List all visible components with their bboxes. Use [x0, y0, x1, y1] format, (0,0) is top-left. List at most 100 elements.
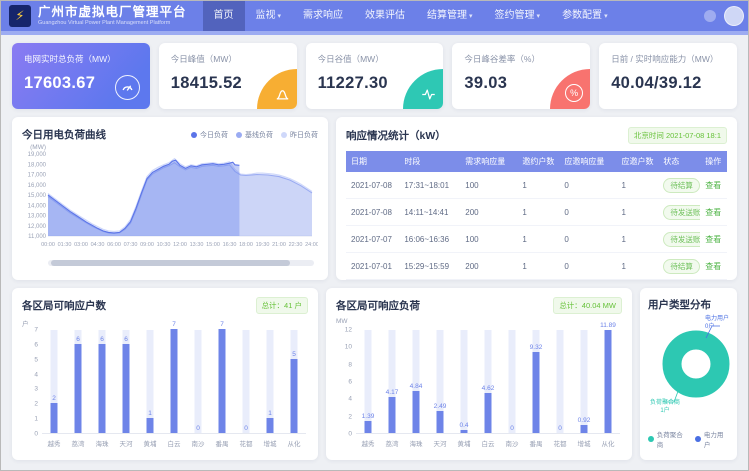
category-label: 番禺	[530, 438, 543, 448]
bar-track	[243, 330, 250, 433]
nav-item-签约管理[interactable]: 签约管理▾	[484, 1, 552, 31]
legend-dot-icon	[191, 132, 197, 138]
chart-zoom-scrollbar[interactable]	[48, 260, 314, 266]
bar-value-label: 2	[52, 395, 56, 402]
table-cell: 1	[517, 172, 559, 199]
table-column-header: 应邀响应量	[559, 151, 616, 172]
table-cell-action: 查看	[700, 172, 727, 199]
district-households-title: 各区局可响应户数	[22, 298, 106, 313]
donut-legend-item-电力用户[interactable]: 电力用户	[695, 429, 729, 449]
table-row: 2021-07-0817:31~18:01100101待结算查看	[346, 172, 727, 199]
bar-column-从化: 11.89从化	[596, 330, 620, 433]
load-curve-chart: (MW)19,00018,00017,00016,00015,00014,000…	[22, 142, 318, 252]
legend-item-昨日负荷[interactable]: 昨日负荷	[281, 130, 318, 140]
table-cell: 2021-07-08	[346, 199, 399, 226]
legend-item-今日负荷[interactable]: 今日负荷	[191, 130, 228, 140]
table-cell: 2021-07-08	[346, 172, 399, 199]
bar-column-增城: 1增城	[258, 330, 282, 433]
status-badge: 待结算	[663, 178, 700, 193]
load-chart-legend: 今日负荷基线负荷 昨日负荷	[191, 130, 318, 140]
y-axis-tick: 0	[34, 431, 38, 438]
bar	[219, 329, 226, 433]
table-cell-action: 查看	[700, 199, 727, 226]
chevron-down-icon: ▾	[604, 13, 608, 20]
nav-item-效果评估[interactable]: 效果评估	[354, 1, 416, 31]
svg-text:03:00: 03:00	[74, 242, 88, 248]
bar-column-花都: 0花都	[548, 330, 572, 433]
nav-item-首页[interactable]: 首页	[203, 1, 245, 31]
bar-value-label: 0	[244, 425, 248, 432]
view-link[interactable]: 查看	[705, 262, 721, 271]
y-axis-tick: 2	[34, 401, 38, 408]
bar	[581, 425, 588, 433]
category-label: 白云	[482, 438, 495, 448]
bar	[99, 344, 106, 433]
kpi-card-3: 今日峰谷差率（%）39.03%	[452, 43, 590, 109]
bar	[51, 403, 58, 433]
y-axis-tick: 7	[34, 327, 38, 334]
bar-value-label: 0	[196, 425, 200, 432]
svg-text:06:00: 06:00	[107, 242, 121, 248]
donut-label-power-user: 电力用户 0户	[705, 316, 729, 331]
bar-column-天河: 2.49天河	[428, 330, 452, 433]
nav-item-需求响应[interactable]: 需求响应	[292, 1, 354, 31]
y-axis-tick: 10	[345, 344, 352, 351]
y-axis-tick: 5	[34, 356, 38, 363]
bar-value-label: 6	[100, 336, 104, 343]
bar-column-白云: 4.62白云	[476, 330, 500, 433]
bar-column-越秀: 2越秀	[42, 330, 66, 433]
legend-item-基线负荷[interactable]: 基线负荷	[236, 130, 273, 140]
svg-text:22:30: 22:30	[289, 242, 303, 248]
notification-icon[interactable]	[704, 10, 716, 22]
chevron-down-icon: ▾	[537, 13, 541, 20]
y-axis-tick: 6	[34, 341, 38, 348]
donut-legend: 负荷聚合商电力用户	[648, 429, 729, 451]
view-link[interactable]: 查看	[705, 208, 721, 217]
kpi-card-4: 日前 / 实时响应能力（MW）40.04/39.12	[599, 43, 737, 109]
user-avatar[interactable]	[724, 6, 744, 26]
svg-text:12,000: 12,000	[28, 224, 47, 230]
y-axis-tick: 8	[348, 361, 352, 368]
nav-item-结算管理[interactable]: 结算管理▾	[416, 1, 484, 31]
bar-column-越秀: 1.39越秀	[356, 330, 380, 433]
svg-text:10:30: 10:30	[157, 242, 171, 248]
bar	[413, 391, 420, 433]
table-cell: 0	[559, 199, 616, 226]
nav-item-监视[interactable]: 监视▾	[245, 1, 293, 31]
legend-dot-icon	[648, 436, 654, 442]
table-cell: 100	[460, 172, 517, 199]
bar-column-天河: 6天河	[114, 330, 138, 433]
beijing-time-badge: 北京时间 2021-07-08 18:1	[628, 127, 727, 144]
svg-text:21:00: 21:00	[272, 242, 286, 248]
category-label: 从化	[602, 438, 615, 448]
bar-value-label: 2.49	[434, 403, 447, 410]
bar-value-label: 6	[124, 336, 128, 343]
nav-item-参数配置[interactable]: 参数配置▾	[551, 1, 619, 31]
district-load-card: 各区局可响应负荷 总计：40.04 MW MW0246810121.39越秀4.…	[326, 288, 632, 460]
view-link[interactable]: 查看	[705, 181, 721, 190]
bar	[267, 418, 274, 433]
legend-label: 昨日负荷	[290, 130, 318, 140]
table-cell: 100	[460, 226, 517, 253]
status-badge: 待结算	[663, 259, 700, 274]
donut-legend-item-负荷聚合商[interactable]: 负荷聚合商	[648, 429, 688, 449]
y-axis-tick: 12	[345, 327, 352, 334]
bar-column-南沙: 0南沙	[186, 330, 210, 433]
svg-text:24:00: 24:00	[305, 242, 318, 248]
bar	[123, 344, 130, 433]
chart-zoom-thumb[interactable]	[51, 260, 290, 266]
svg-text:16,000: 16,000	[28, 183, 47, 189]
category-label: 白云	[168, 438, 181, 448]
category-label: 番禺	[216, 438, 229, 448]
y-axis-tick: 4	[34, 371, 38, 378]
y-axis-tick: 2	[348, 413, 352, 420]
view-link[interactable]: 查看	[705, 235, 721, 244]
bar-value-label: 4.84	[410, 383, 423, 390]
main-nav: 首页监视▾需求响应效果评估结算管理▾签约管理▾参数配置▾	[203, 1, 619, 31]
table-cell: 0	[559, 172, 616, 199]
bar	[291, 359, 298, 433]
load-curve-card: 今日用电负荷曲线 今日负荷基线负荷昨日负荷 (MW)19,00018,00017…	[12, 117, 328, 280]
chevron-down-icon: ▾	[278, 13, 282, 20]
app-subtitle: Guangzhou Virtual Power Plant Management…	[38, 21, 187, 27]
table-cell: 1	[517, 253, 559, 280]
